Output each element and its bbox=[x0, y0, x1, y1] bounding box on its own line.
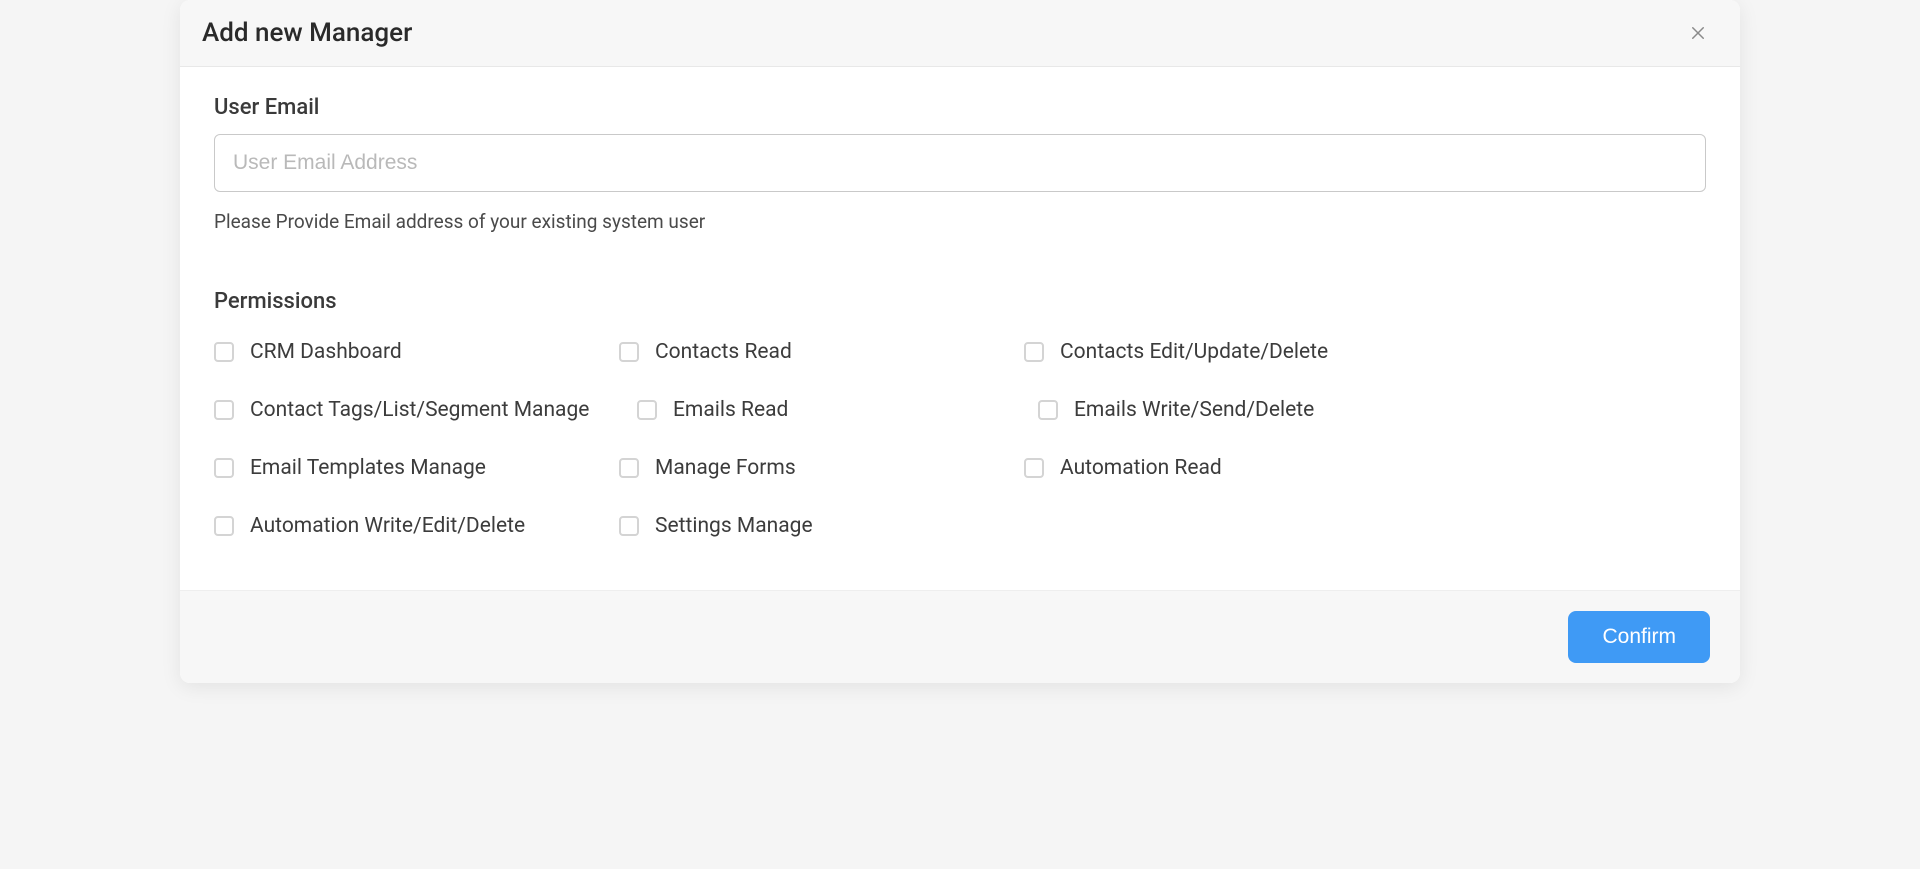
permission-label: Automation Read bbox=[1060, 456, 1222, 480]
permissions-section: Permissions CRM Dashboard Contacts Read Co… bbox=[214, 289, 1706, 540]
permission-label: Emails Write/Send/Delete bbox=[1074, 398, 1314, 422]
checkbox-settings-manage[interactable] bbox=[619, 516, 639, 536]
checkbox-contacts-edit[interactable] bbox=[1024, 342, 1044, 362]
email-input[interactable] bbox=[214, 134, 1706, 192]
modal-title: Add new Manager bbox=[202, 18, 412, 48]
permission-contacts-read[interactable]: Contacts Read bbox=[619, 340, 792, 364]
close-icon bbox=[1689, 24, 1707, 42]
permission-label: Emails Read bbox=[673, 398, 788, 422]
permission-automation-read[interactable]: Automation Read bbox=[1024, 456, 1222, 480]
modal-header: Add new Manager bbox=[180, 0, 1740, 67]
permission-label: Contacts Read bbox=[655, 340, 792, 364]
permissions-grid: CRM Dashboard Contacts Read Contacts Edit/… bbox=[214, 340, 1706, 540]
checkbox-emails-read[interactable] bbox=[637, 400, 657, 420]
confirm-button[interactable]: Confirm bbox=[1568, 611, 1710, 663]
checkbox-automation-read[interactable] bbox=[1024, 458, 1044, 478]
permissions-row: Contact Tags/List/Segment Manage Emails R… bbox=[214, 398, 1706, 424]
permission-label: Contact Tags/List/Segment Manage bbox=[250, 398, 589, 422]
permission-label: CRM Dashboard bbox=[250, 340, 402, 364]
permissions-row: Automation Write/Edit/Delete Settings Man… bbox=[214, 514, 1706, 540]
permission-email-templates-manage[interactable]: Email Templates Manage bbox=[214, 456, 486, 480]
permissions-row: Email Templates Manage Manage Forms Automa… bbox=[214, 456, 1706, 482]
checkbox-crm-dashboard[interactable] bbox=[214, 342, 234, 362]
permission-automation-write[interactable]: Automation Write/Edit/Delete bbox=[214, 514, 525, 538]
permissions-row: CRM Dashboard Contacts Read Contacts Edit/… bbox=[214, 340, 1706, 366]
permission-label: Email Templates Manage bbox=[250, 456, 486, 480]
close-button[interactable] bbox=[1684, 19, 1712, 47]
permission-contact-tags-manage[interactable]: Contact Tags/List/Segment Manage bbox=[214, 398, 589, 422]
permission-contacts-edit[interactable]: Contacts Edit/Update/Delete bbox=[1024, 340, 1328, 364]
permission-label: Automation Write/Edit/Delete bbox=[250, 514, 525, 538]
permission-settings-manage[interactable]: Settings Manage bbox=[619, 514, 813, 538]
add-manager-modal: Add new Manager User Email Please Provid… bbox=[180, 0, 1740, 683]
permission-label: Contacts Edit/Update/Delete bbox=[1060, 340, 1328, 364]
email-label: User Email bbox=[214, 95, 1706, 120]
permission-label: Manage Forms bbox=[655, 456, 796, 480]
checkbox-automation-write[interactable] bbox=[214, 516, 234, 536]
email-helper-text: Please Provide Email address of your exi… bbox=[214, 210, 1706, 233]
permissions-title: Permissions bbox=[214, 289, 1706, 314]
permission-label: Settings Manage bbox=[655, 514, 813, 538]
checkbox-contacts-read[interactable] bbox=[619, 342, 639, 362]
permission-crm-dashboard[interactable]: CRM Dashboard bbox=[214, 340, 402, 364]
checkbox-emails-write[interactable] bbox=[1038, 400, 1058, 420]
checkbox-email-templates-manage[interactable] bbox=[214, 458, 234, 478]
checkbox-manage-forms[interactable] bbox=[619, 458, 639, 478]
permission-manage-forms[interactable]: Manage Forms bbox=[619, 456, 796, 480]
modal-body: User Email Please Provide Email address … bbox=[180, 67, 1740, 590]
checkbox-contact-tags-manage[interactable] bbox=[214, 400, 234, 420]
permission-emails-write[interactable]: Emails Write/Send/Delete bbox=[1038, 398, 1314, 422]
permission-emails-read[interactable]: Emails Read bbox=[637, 398, 788, 422]
modal-footer: Confirm bbox=[180, 590, 1740, 683]
